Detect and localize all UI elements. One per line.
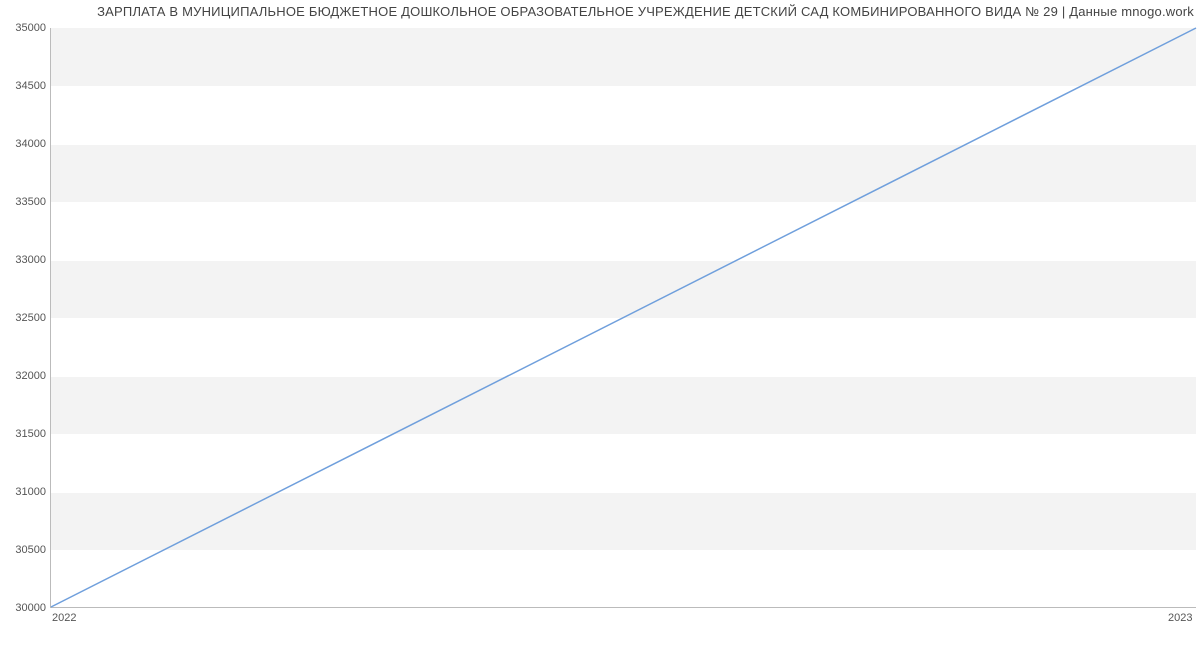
y-tick-label: 30500 [2,544,46,556]
x-tick-label: 2023 [1168,612,1192,624]
y-tick-label: 34000 [2,138,46,150]
y-tick-label: 32000 [2,370,46,382]
chart-container: ЗАРПЛАТА В МУНИЦИПАЛЬНОЕ БЮДЖЕТНОЕ ДОШКО… [0,0,1200,650]
y-tick-label: 31500 [2,428,46,440]
plot-area [50,28,1196,608]
y-tick-label: 32500 [2,312,46,324]
x-tick-label: 2022 [52,612,76,624]
y-tick-label: 33500 [2,196,46,208]
y-tick-label: 30000 [2,602,46,614]
line-series [51,28,1196,607]
chart-title: ЗАРПЛАТА В МУНИЦИПАЛЬНОЕ БЮДЖЕТНОЕ ДОШКО… [97,4,1194,19]
y-tick-label: 31000 [2,486,46,498]
y-tick-label: 35000 [2,22,46,34]
y-tick-label: 33000 [2,254,46,266]
data-line [51,28,1196,607]
y-tick-label: 34500 [2,80,46,92]
